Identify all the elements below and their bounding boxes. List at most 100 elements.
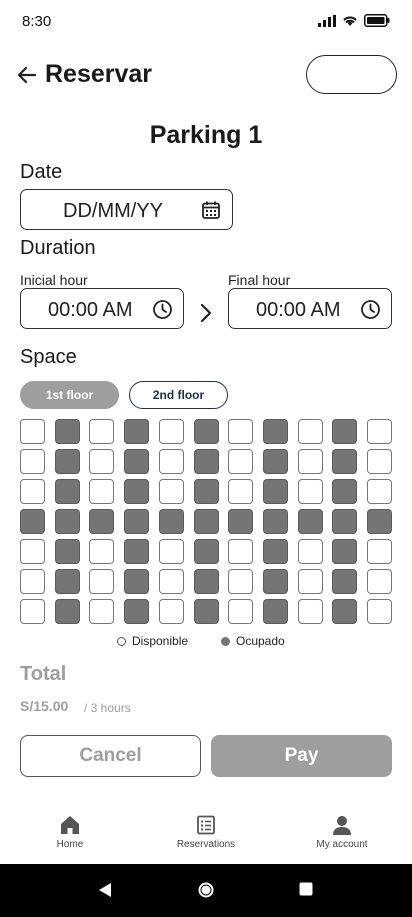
parking-spot-available[interactable] [367, 599, 392, 624]
status-bar: 8:30 [0, 0, 412, 44]
parking-spot-available[interactable] [159, 449, 184, 474]
parking-spot-available[interactable] [228, 479, 253, 504]
parking-spot-available[interactable] [89, 569, 114, 594]
parking-spot-occupied[interactable] [332, 509, 357, 534]
parking-spot-occupied[interactable] [332, 479, 357, 504]
parking-spot-available[interactable] [20, 569, 45, 594]
pay-button[interactable]: Pay [211, 735, 392, 777]
parking-spot-available[interactable] [159, 599, 184, 624]
nav-home[interactable]: Home [50, 814, 90, 850]
nav-reservations[interactable]: Reservations [170, 814, 242, 850]
parking-spot-occupied[interactable] [298, 509, 323, 534]
floor-1-button[interactable]: 1st floor [20, 381, 119, 409]
parking-spot-occupied[interactable] [194, 569, 219, 594]
parking-spot-occupied[interactable] [263, 509, 288, 534]
parking-spot-available[interactable] [89, 599, 114, 624]
parking-spot-occupied[interactable] [194, 599, 219, 624]
parking-spot-available[interactable] [159, 419, 184, 444]
parking-spot-occupied[interactable] [263, 479, 288, 504]
parking-spot-available[interactable] [298, 569, 323, 594]
parking-spot-available[interactable] [20, 419, 45, 444]
parking-spot-available[interactable] [89, 449, 114, 474]
parking-spot-occupied[interactable] [194, 419, 219, 444]
parking-spot-occupied[interactable] [55, 419, 80, 444]
parking-spot-occupied[interactable] [228, 509, 253, 534]
parking-spot-occupied[interactable] [124, 599, 149, 624]
parking-spot-occupied[interactable] [55, 449, 80, 474]
nav-account[interactable]: My account [308, 814, 376, 850]
parking-spot-occupied[interactable] [263, 449, 288, 474]
parking-spot-available[interactable] [20, 599, 45, 624]
free-dot-icon [117, 636, 126, 646]
parking-spot-occupied[interactable] [332, 539, 357, 564]
parking-spot-occupied[interactable] [263, 599, 288, 624]
parking-spot-occupied[interactable] [55, 599, 80, 624]
parking-spot-occupied[interactable] [263, 419, 288, 444]
parking-spot-occupied[interactable] [55, 539, 80, 564]
final-hour-field[interactable]: 00:00 AM [228, 288, 392, 329]
parking-spot-available[interactable] [228, 539, 253, 564]
calendar-icon[interactable] [201, 200, 221, 220]
user-icon [333, 816, 351, 835]
parking-spot-available[interactable] [367, 539, 392, 564]
clock-icon[interactable] [360, 299, 381, 320]
parking-spot-occupied[interactable] [124, 419, 149, 444]
parking-spot-occupied[interactable] [159, 509, 184, 534]
parking-spot-available[interactable] [298, 599, 323, 624]
parking-spot-available[interactable] [367, 479, 392, 504]
parking-spot-available[interactable] [367, 569, 392, 594]
back-triangle-icon[interactable] [97, 882, 113, 898]
parking-spot-occupied[interactable] [55, 509, 80, 534]
parking-spot-available[interactable] [159, 539, 184, 564]
parking-spot-available[interactable] [367, 449, 392, 474]
parking-spot-available[interactable] [298, 419, 323, 444]
parking-spot-available[interactable] [298, 479, 323, 504]
clock-icon[interactable] [152, 299, 173, 320]
initial-hour-field[interactable]: 00:00 AM [20, 288, 184, 329]
parking-spot-available[interactable] [228, 419, 253, 444]
parking-spot-occupied[interactable] [367, 509, 392, 534]
parking-spot-available[interactable] [159, 479, 184, 504]
parking-spot-occupied[interactable] [55, 569, 80, 594]
date-field[interactable]: DD/MM/YY [20, 189, 233, 230]
parking-spot-occupied[interactable] [332, 599, 357, 624]
parking-spot-occupied[interactable] [332, 419, 357, 444]
parking-spot-available[interactable] [89, 539, 114, 564]
parking-spot-occupied[interactable] [332, 569, 357, 594]
parking-spot-occupied[interactable] [124, 449, 149, 474]
parking-spot-available[interactable] [228, 599, 253, 624]
parking-spot-available[interactable] [89, 479, 114, 504]
parking-spot-occupied[interactable] [124, 479, 149, 504]
back-arrow-icon[interactable] [16, 64, 38, 86]
parking-spot-occupied[interactable] [263, 569, 288, 594]
parking-spot-available[interactable] [20, 539, 45, 564]
home-circle-icon[interactable] [198, 882, 214, 898]
cancel-button[interactable]: Cancel [20, 735, 201, 777]
parking-spot-available[interactable] [20, 449, 45, 474]
parking-spot-available[interactable] [367, 419, 392, 444]
parking-spot-available[interactable] [89, 419, 114, 444]
parking-spot-occupied[interactable] [332, 449, 357, 474]
parking-spot-occupied[interactable] [194, 449, 219, 474]
parking-spot-occupied[interactable] [263, 539, 288, 564]
parking-spot-occupied[interactable] [124, 509, 149, 534]
parking-spot-available[interactable] [20, 479, 45, 504]
parking-spot-occupied[interactable] [194, 539, 219, 564]
parking-spot-occupied[interactable] [194, 479, 219, 504]
parking-spot-occupied[interactable] [124, 539, 149, 564]
parking-spot-available[interactable] [228, 449, 253, 474]
parking-spot-available[interactable] [159, 569, 184, 594]
parking-spot-occupied[interactable] [20, 509, 45, 534]
parking-spot-available[interactable] [298, 539, 323, 564]
date-placeholder: DD/MM/YY [63, 200, 163, 222]
header-action-pill[interactable] [306, 55, 397, 94]
parking-spot-occupied[interactable] [89, 509, 114, 534]
parking-spot-occupied[interactable] [55, 479, 80, 504]
recents-square-icon[interactable] [299, 882, 313, 896]
floor-2-button[interactable]: 2nd floor [129, 381, 228, 409]
parking-spot-occupied[interactable] [124, 569, 149, 594]
parking-spot-occupied[interactable] [194, 509, 219, 534]
parking-spot-available[interactable] [298, 449, 323, 474]
final-hour-label: Final hour [228, 272, 291, 288]
parking-spot-available[interactable] [228, 569, 253, 594]
